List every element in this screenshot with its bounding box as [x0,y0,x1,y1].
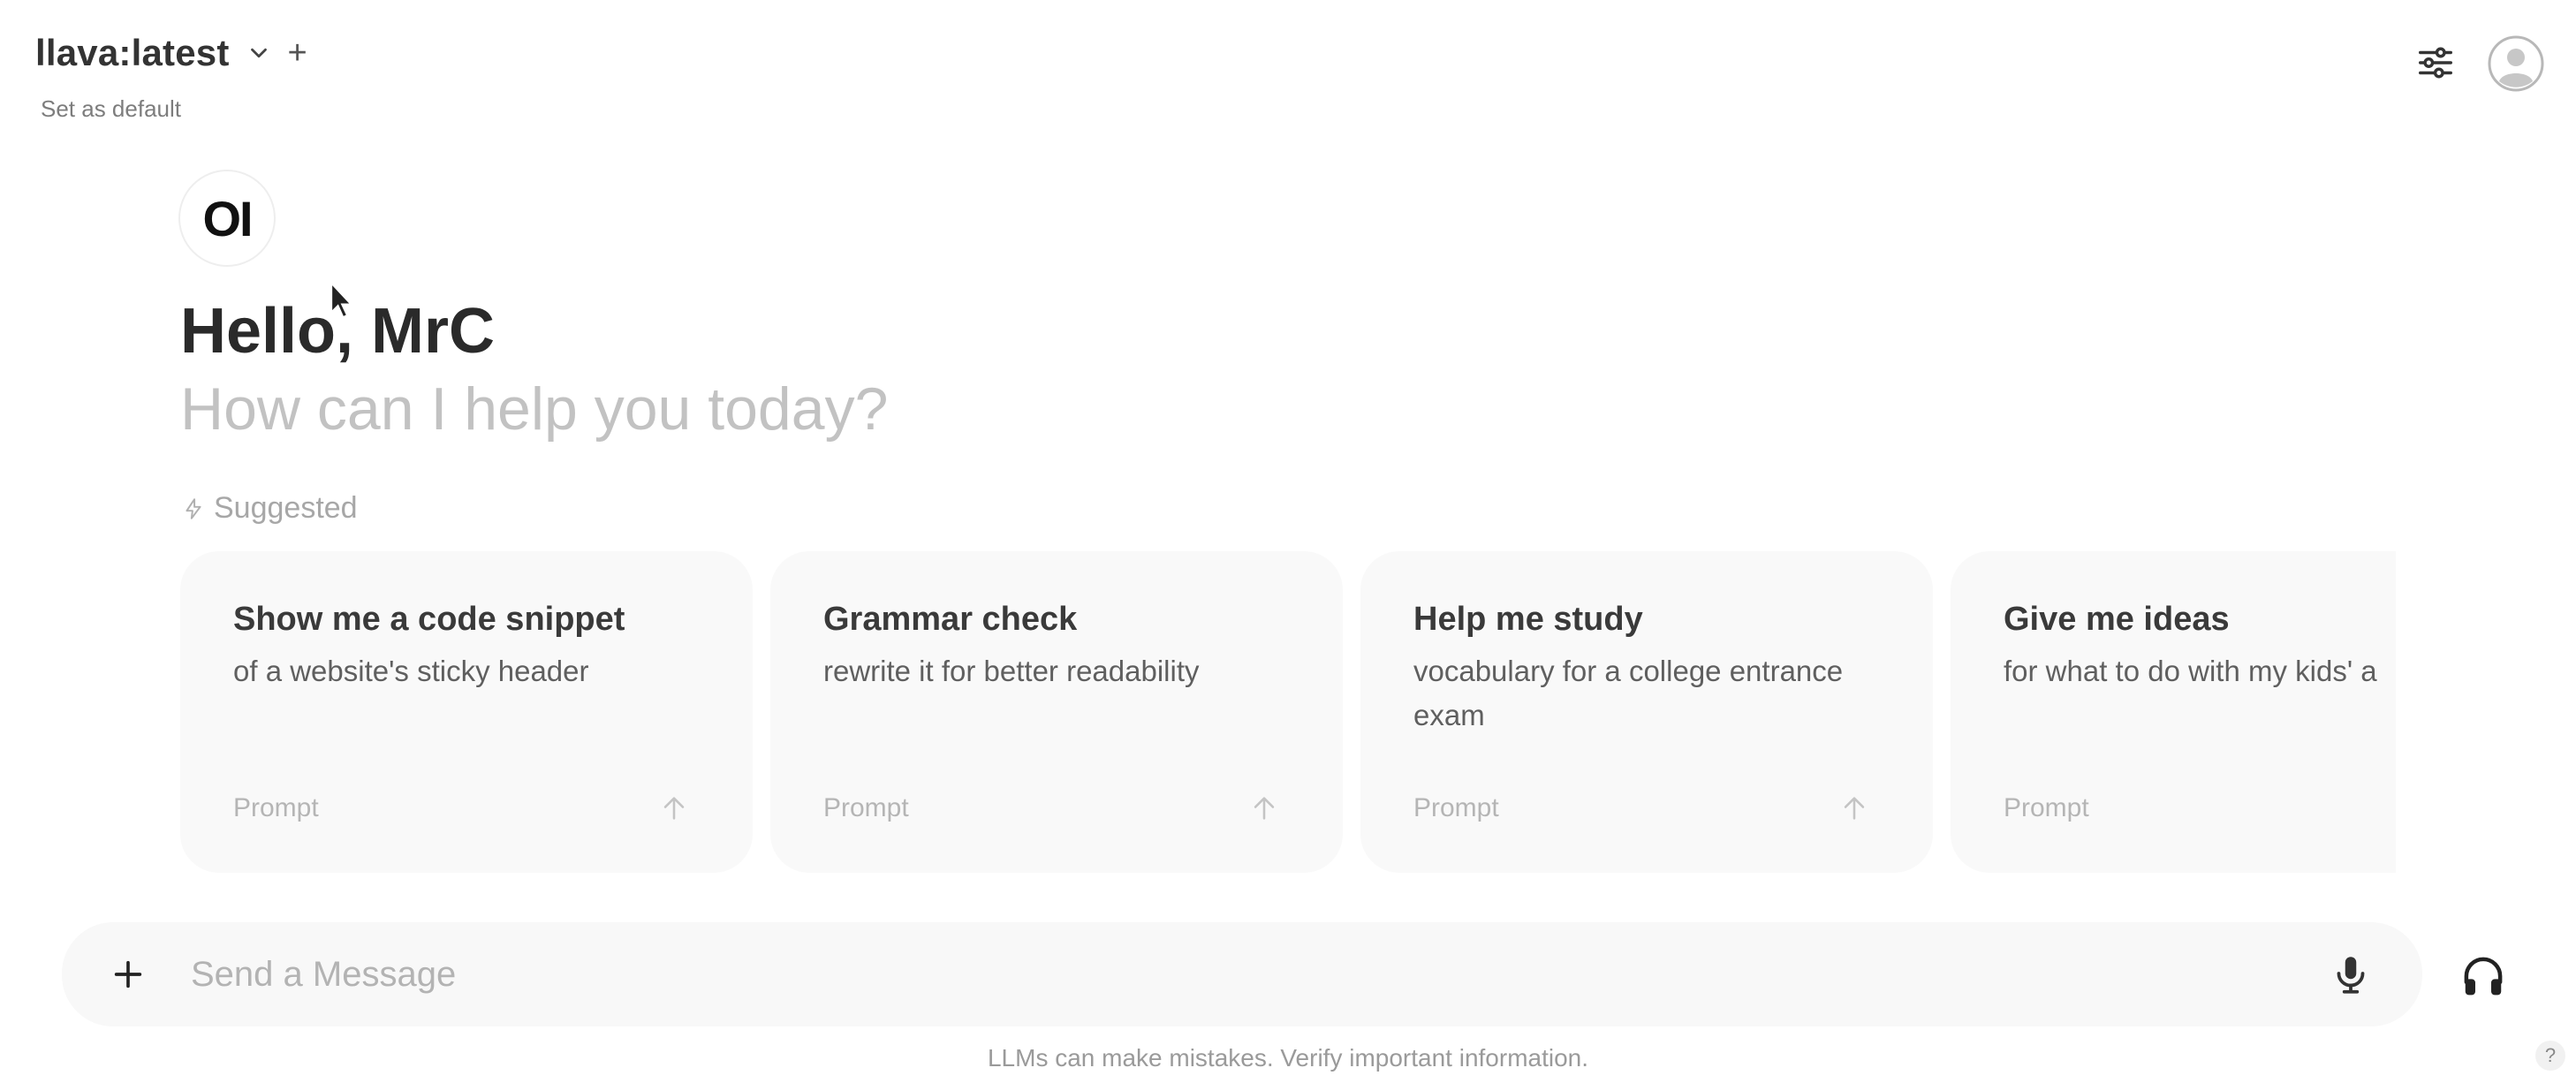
suggestion-description: rewrite it for better readability [823,655,1200,687]
mouse-pointer-icon [330,281,353,319]
model-name[interactable]: llava:latest [35,32,230,74]
suggestion-description: of a website's sticky header [233,655,589,687]
arrow-up-icon[interactable] [1839,793,1869,823]
bolt-icon [186,497,201,519]
chat-home-page: llava:latest + Set as default OI Hello, … [0,0,2576,1083]
suggestion-card[interactable]: Grammar check rewrite it for better read… [770,551,1343,873]
suggestion-description: for what to do with my kids' a [2004,655,2377,687]
app-logo: OI [178,170,276,267]
headphones-icon[interactable] [2459,952,2507,1000]
suggested-label: Suggested [214,491,358,525]
add-model-button[interactable]: + [288,36,307,70]
greeting-subtitle: How can I help you today? [180,375,889,443]
suggestion-footer-label: Prompt [233,793,319,822]
suggestion-card[interactable]: Give me ideas for what to do with my kid… [1951,551,2396,873]
suggestion-card[interactable]: Help me study vocabulary for a college e… [1360,551,1933,873]
suggestion-footer-label: Prompt [823,793,909,822]
suggestion-title: Give me ideas [2004,601,2230,638]
plus-icon [114,960,142,988]
add-attachment-button[interactable] [102,949,154,1000]
suggestion-footer-label: Prompt [2004,793,2089,822]
arrow-up-icon[interactable] [659,793,689,823]
suggestion-card[interactable]: Show me a code snippet of a website's st… [180,551,753,873]
arrow-up-icon[interactable] [1249,793,1279,823]
disclaimer-text: LLMs can make mistakes. Verify important… [987,1044,1589,1072]
suggestion-list: Show me a code snippet of a website's st… [180,551,2396,873]
help-button[interactable]: ? [2535,1041,2565,1071]
suggestion-title: Grammar check [823,601,1078,638]
suggestion-description: vocabulary for a college entrance exam [1413,655,1844,731]
suggestion-footer-label: Prompt [1413,793,1499,822]
sliders-icon[interactable] [2415,42,2456,83]
message-input[interactable] [189,953,2329,996]
microphone-icon[interactable] [2329,952,2373,996]
model-selector[interactable]: llava:latest + [35,32,307,74]
suggested-heading: Suggested [182,491,358,526]
user-avatar-icon[interactable] [2488,35,2544,92]
suggestion-carousel: Show me a code snippet of a website's st… [180,551,2396,875]
message-composer [62,922,2422,1026]
chevron-down-icon[interactable] [246,40,272,66]
suggestion-title: Help me study [1413,601,1643,638]
set-as-default-link[interactable]: Set as default [41,95,181,123]
suggestion-title: Show me a code snippet [233,601,625,638]
